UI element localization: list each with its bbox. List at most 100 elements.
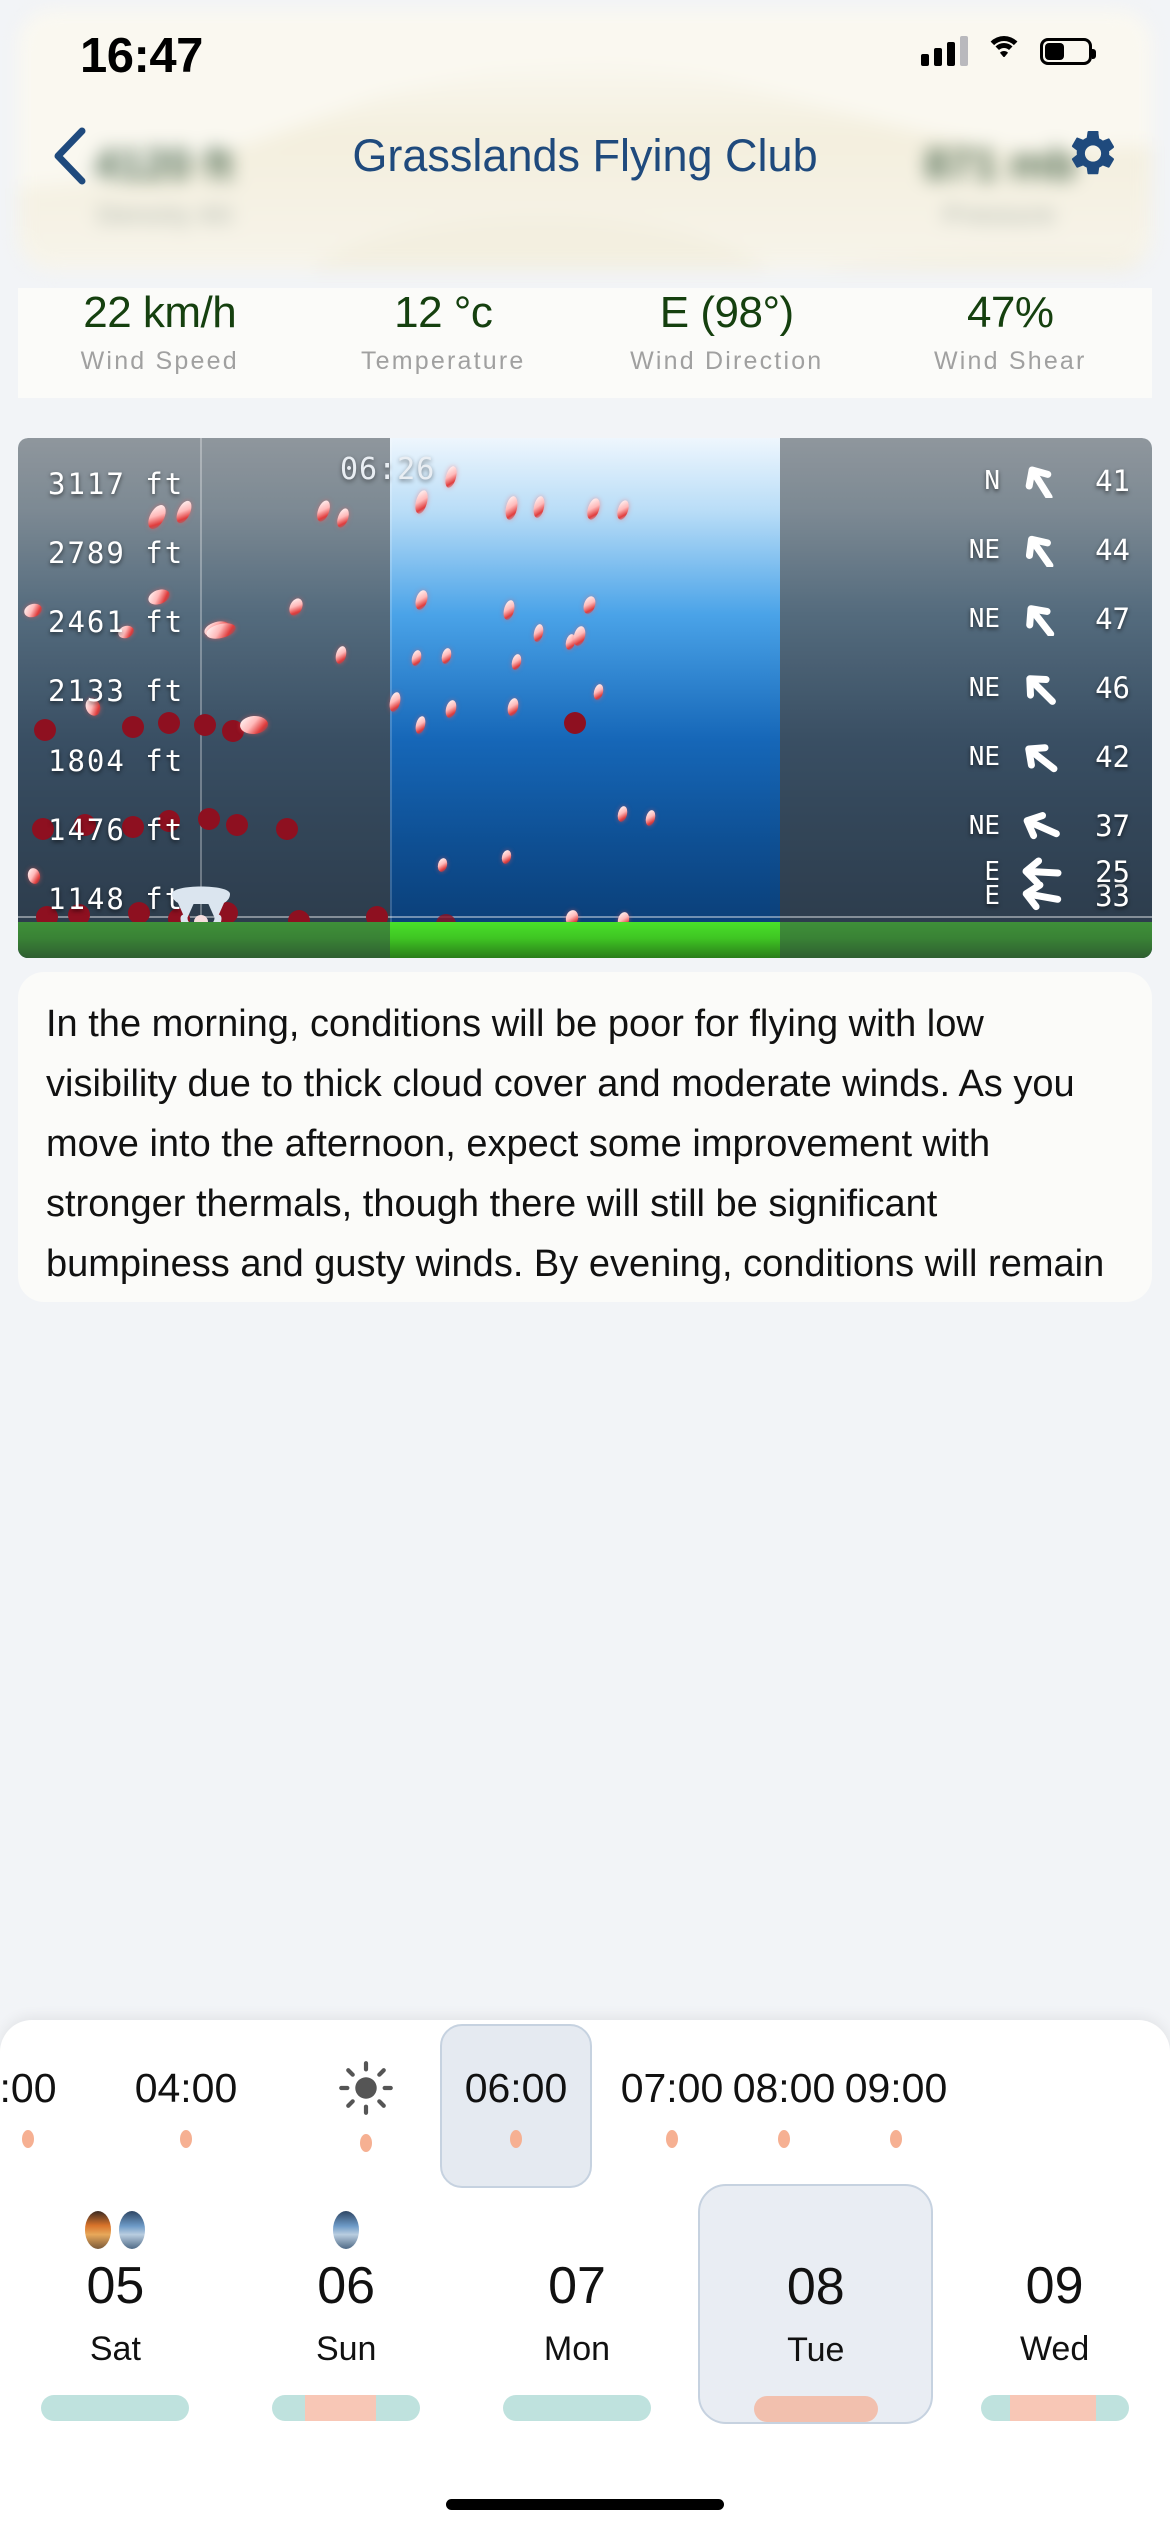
wind-direction-label: NE [968,673,1000,703]
day-condition-bar [41,2395,190,2421]
day-weekday: Tue [787,2331,845,2370]
day-number: 06 [317,2257,376,2315]
day-weekday: Mon [543,2330,611,2368]
wind-row: E 25 [950,855,1130,889]
wind-direction-label: NE [968,604,1000,634]
day-weekday: Wed [1019,2330,1090,2368]
hour-label: 04:00 [134,2064,238,2111]
altitude-label: 2461 ft [48,605,185,639]
hour-indicator-dot [890,2129,902,2148]
wind-direction-label: E [984,857,1000,887]
hour-indicator-dot [22,2129,34,2148]
day-condition-bar [753,2396,878,2422]
day-item-tue-selected[interactable]: 08 Tue [698,2184,934,2424]
page-title: Grasslands Flying Club [352,130,818,181]
navigation-bar: Grasslands Flying Club [0,105,1170,207]
day-number: 07 [548,2257,606,2315]
status-bar-indicators [921,36,1096,66]
wind-direction-label: NE [968,535,1000,565]
sunset-icon [85,2211,112,2249]
hour-label: 09:00 [844,2064,948,2111]
cellular-signal-icon [921,36,968,66]
status-bar-time: 16:47 [80,29,203,83]
stat-label: Temperature [360,347,526,375]
hour-label: :00 [0,2064,57,2111]
day-icons [333,2208,360,2252]
thermal-dot [34,719,56,741]
thermal-dot [226,814,248,836]
chevron-left-icon[interactable] [48,125,92,187]
stat-temperature: 12 °c Temperature [302,288,586,398]
wind-row: NE 47 [950,602,1130,636]
battery-icon [1040,37,1096,65]
forecast-summary-card: In the morning, conditions will be poor … [18,972,1152,1302]
arrow-down-left-icon [1025,744,1058,773]
wind-speed-label: 42 [1095,740,1130,774]
day-number: 09 [1025,2257,1084,2315]
cloud-icon [119,2211,146,2249]
wind-speed-label: 46 [1095,671,1130,705]
app-root: 4120 ft Density Alt 871 mb Pressure 16:4… [0,0,1170,2532]
stat-wind-shear: 47% Wind Shear [869,288,1153,398]
altitude-label: 3117 ft [48,467,185,501]
thermal-dot [198,808,220,830]
day-weekday: Sat [89,2330,141,2368]
day-item-mon[interactable]: 07 Mon [462,2192,693,2442]
hour-scrubber[interactable]: :00 04:00 06:00 07:00 08:00 09:00 [0,2024,1170,2188]
day-selector[interactable]: 05 Sat 06 Sun 07 Mon 08 Tue 09 Wed [0,2184,1170,2442]
thermal-dot [122,716,144,738]
stat-wind-direction: E (98°) Wind Direction [585,288,869,398]
wind-row: NE 44 [950,533,1130,567]
wifi-icon [985,36,1023,66]
arrow-left-icon [1023,812,1060,840]
stat-value: 47% [966,288,1054,337]
stat-label: Wind Shear [933,347,1087,375]
stat-value: 12 °c [394,288,493,337]
day-item-sat[interactable]: 05 Sat [0,2192,231,2442]
day-item-sun[interactable]: 06 Sun [231,2192,462,2442]
hour-item[interactable]: :00 [0,2042,104,2170]
thermal-dot [276,818,298,840]
hour-indicator-dot [666,2129,678,2148]
stat-value: 22 km/h [83,288,237,337]
hour-item-sunrise[interactable] [290,2042,442,2170]
altitude-label: 1476 ft [48,813,185,847]
arrow-down-left-icon [1026,675,1056,705]
arrow-left-icon [1022,857,1062,887]
ground-dim-right [780,922,1152,958]
wind-row: NE 42 [950,740,1130,774]
hour-item-selected[interactable]: 06:00 [440,2024,592,2188]
gear-icon[interactable] [1066,127,1120,186]
wind-speed-label: 41 [1095,464,1130,498]
arrow-down-left-icon [1025,466,1053,498]
day-weekday: Sun [315,2330,377,2368]
wind-speed-label: 44 [1095,533,1130,567]
thermal-dot [158,712,180,734]
stats-row: 22 km/h Wind Speed 12 °c Temperature E (… [18,288,1152,398]
hour-item[interactable]: 04:00 [110,2042,262,2170]
hour-indicator-dot [510,2129,522,2148]
wind-direction-label: NE [968,811,1000,841]
wind-speed-label: 37 [1095,809,1130,843]
stat-label: Wind Speed [80,347,239,375]
sunrise-icon [339,2061,393,2115]
wind-speed-label: 25 [1095,855,1130,889]
altitude-label: 2133 ft [48,674,185,708]
wind-row: NE 37 [950,809,1130,843]
wind-speed-label: 47 [1095,602,1130,636]
hour-indicator-dot [778,2129,790,2148]
hour-indicator-dot [180,2129,192,2148]
stat-wind-speed: 22 km/h Wind Speed [18,288,302,398]
home-indicator [446,2499,724,2510]
altitude-label: 2789 ft [48,536,185,570]
vertical-wind-profile-chart[interactable]: 06:26 3117 ft 2789 ft 2461 ft 2133 ft 18… [18,438,1152,958]
wind-row: N 41 [950,464,1130,498]
hour-item[interactable]: 09:00 [820,2042,972,2170]
forecast-text: In the morning, conditions will be poor … [46,1003,1105,1286]
day-condition-bar [502,2395,651,2421]
cloud-icon [333,2211,360,2249]
day-condition-bar [272,2395,421,2421]
ground-dim-left [18,922,390,958]
wind-row: NE 46 [950,671,1130,705]
day-item-wed[interactable]: 09 Wed [939,2192,1170,2442]
